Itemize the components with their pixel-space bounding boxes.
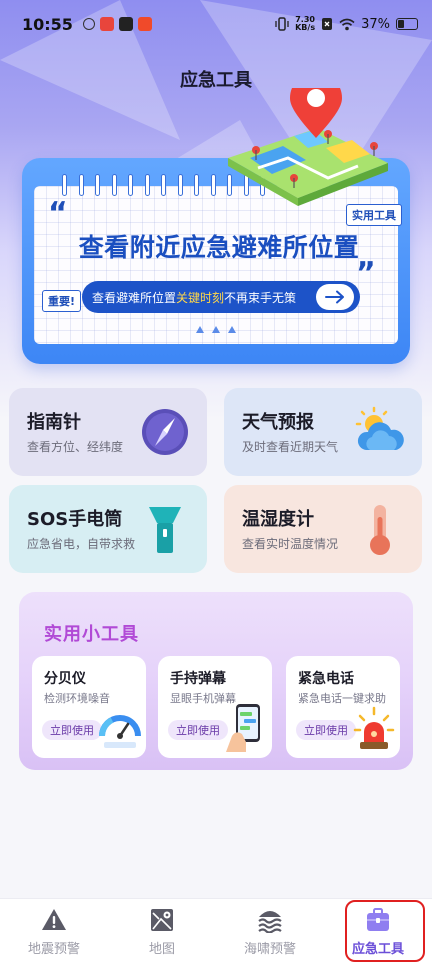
card-subtitle: 应急省电，自带求救: [27, 537, 136, 551]
status-time: 10:55: [22, 14, 73, 34]
phone-hand-icon: [226, 704, 260, 752]
card-weather[interactable]: 天气预报 及时查看近期天气: [224, 388, 422, 476]
map-pin-illustration: [228, 88, 388, 206]
tool-title: 分贝仪: [44, 671, 86, 687]
pill-text-after: 不再束手无策: [224, 290, 297, 305]
battery-icon: [396, 18, 418, 30]
pill-text-highlight: 关键时刻: [176, 290, 225, 305]
notification-icons: [82, 17, 152, 31]
card-title: SOS手电筒: [27, 509, 123, 530]
nav-item-tsunami-warning[interactable]: 海啸预警: [216, 899, 324, 964]
app-notification-icon: [137, 17, 152, 31]
thermometer-icon: [370, 505, 390, 555]
nav-item-emergency-tools[interactable]: 应急工具: [324, 899, 432, 964]
tag-important: 重要!: [42, 290, 82, 312]
weather-icon: [355, 406, 404, 450]
network-speed-unit: KB/s: [295, 23, 316, 32]
card-thermometer[interactable]: 温湿度计 查看实时温度情况: [224, 485, 422, 573]
use-now-button[interactable]: 立即使用: [42, 720, 102, 740]
app-notification-icon: [99, 17, 114, 31]
nav-label: 海啸预警: [243, 942, 296, 957]
use-now-button[interactable]: 立即使用: [168, 720, 228, 740]
card-title: 温湿度计: [242, 509, 314, 530]
status-right: 7.30 KB/s 37%: [275, 16, 418, 32]
nav-item-earthquake-warning[interactable]: 地震预警: [0, 899, 108, 964]
nav-label: 地震预警: [27, 942, 80, 957]
sim-icon: [322, 18, 333, 30]
map-icon: [151, 909, 173, 931]
tool-title: 紧急电话: [298, 671, 354, 687]
tools-section-title: 实用小工具: [44, 624, 139, 645]
banner-decoration: [196, 326, 236, 333]
tool-card-decibel[interactable]: 分贝仪 检测环境噪音 立即使用: [32, 656, 146, 758]
network-speed: 7.30 KB/s: [295, 16, 315, 32]
flashlight-icon: [149, 507, 181, 553]
decibel-meter-icon: [99, 715, 141, 748]
compass-icon: [142, 409, 188, 455]
card-subtitle: 查看方位、经纬度: [27, 440, 124, 454]
card-compass[interactable]: 指南针 查看方位、经纬度: [9, 388, 207, 476]
tag-practical-tool: 实用工具: [346, 204, 402, 226]
battery-percent: 37%: [361, 16, 390, 32]
banner-headline: 查看附近应急避难所位置: [78, 233, 360, 262]
message-notification-icon: [118, 17, 133, 31]
card-sos-flashlight[interactable]: SOS手电筒 应急省电，自带求救: [9, 485, 207, 573]
toolbox-icon: [367, 908, 389, 931]
tool-card-emergency-call[interactable]: 紧急电话 紧急电话一键求助 立即使用: [286, 656, 400, 758]
nav-label: 应急工具: [351, 942, 404, 957]
bottom-navigation: 地震预警 地图 海啸预警 应急工具: [0, 898, 432, 964]
card-title: 指南针: [27, 412, 81, 433]
use-now-button[interactable]: 立即使用: [296, 720, 356, 740]
card-subtitle: 及时查看近期天气: [242, 440, 339, 454]
card-title: 天气预报: [242, 412, 314, 433]
wifi-icon: [339, 18, 355, 30]
app-notification-icon: [82, 18, 95, 30]
pill-text-before: 查看避难所位置: [92, 290, 177, 305]
nav-label: 地图: [148, 942, 175, 957]
tsunami-icon: [258, 911, 282, 933]
vibrate-icon: [275, 17, 289, 31]
tool-card-danmu[interactable]: 手持弹幕 显眼手机弹幕 立即使用: [158, 656, 272, 758]
quote-mark-open: “: [48, 196, 68, 231]
nav-item-map[interactable]: 地图: [108, 899, 216, 964]
tool-title: 手持弹幕: [170, 671, 226, 687]
arrow-right-icon[interactable]: [316, 284, 354, 310]
battery-level-fill: [398, 20, 405, 28]
status-bar: 10:55 7.30 KB/s 37%: [0, 0, 432, 48]
banner-cta-pill[interactable]: 查看避难所位置 关键时刻 不再束手无策: [82, 281, 360, 313]
banner-notepaper: [34, 186, 398, 344]
alarm-siren-icon: [353, 706, 395, 749]
card-subtitle: 查看实时温度情况: [242, 537, 339, 551]
warning-triangle-icon: [42, 909, 66, 930]
